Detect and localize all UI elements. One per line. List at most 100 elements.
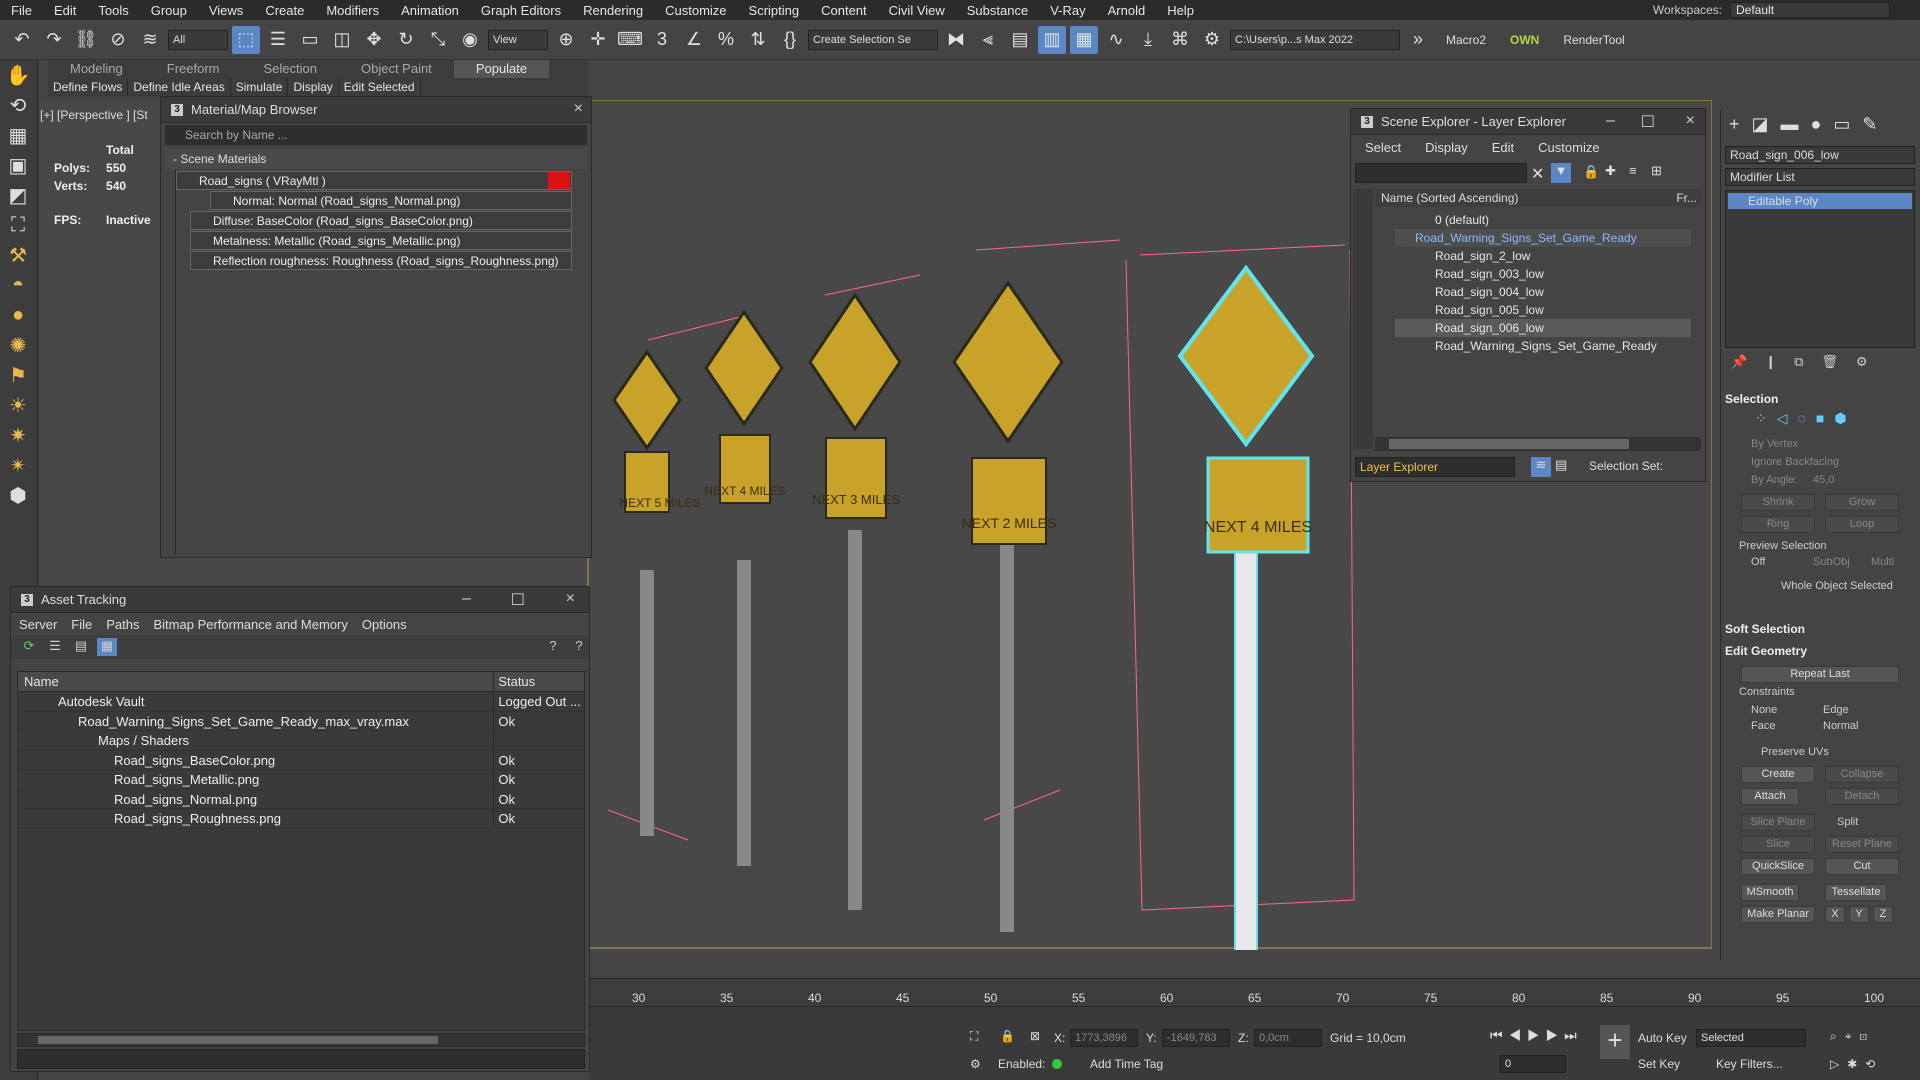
- current-frame-field[interactable]: 0: [1500, 1055, 1566, 1073]
- maximize-viewport-icon[interactable]: ⊡: [1860, 1029, 1876, 1043]
- create-tab-icon[interactable]: +: [1729, 114, 1740, 135]
- scene-explorer-titlebar[interactable]: 3 Scene Explorer - Layer Explorer – ☐ ×: [1351, 109, 1705, 135]
- ball-icon[interactable]: ●: [0, 300, 36, 330]
- help-icon[interactable]: ?: [543, 638, 563, 656]
- keyboard-shortcut-icon[interactable]: ⌨: [616, 26, 644, 54]
- msmooth-button[interactable]: MSmooth: [1741, 884, 1799, 901]
- maximize-icon[interactable]: ☐: [511, 590, 525, 610]
- planar-x-button[interactable]: X: [1825, 906, 1845, 923]
- table-row[interactable]: Road_signs_Metallic.png Ok: [18, 770, 584, 790]
- modifier-list-dropdown[interactable]: Modifier List: [1725, 168, 1915, 186]
- polygon-icon[interactable]: ■: [1816, 410, 1824, 427]
- curve-editor-icon[interactable]: ∿: [1102, 26, 1130, 54]
- tessellate-button[interactable]: Tessellate: [1825, 884, 1887, 901]
- menu-bitmap-performance[interactable]: Bitmap Performance and Memory: [154, 617, 348, 632]
- object-road-sign-005-low[interactable]: Road_sign_005_low: [1395, 301, 1544, 319]
- layer-road-warning-signs[interactable]: Road_Warning_Signs_Set_Game_Ready: [1395, 229, 1691, 247]
- scene-materials-header[interactable]: - Scene Materials: [165, 149, 587, 169]
- zoom-all-icon[interactable]: ⌖: [1845, 1029, 1860, 1043]
- material-browser-titlebar[interactable]: 3 Material/Map Browser ×: [161, 97, 591, 123]
- column-name[interactable]: Name: [18, 672, 495, 691]
- hammer-icon[interactable]: ⚒: [0, 240, 36, 270]
- display-tab-icon[interactable]: ▭: [1833, 114, 1850, 135]
- planar-y-button[interactable]: Y: [1849, 906, 1869, 923]
- menu-file[interactable]: File: [71, 617, 92, 632]
- by-vertex-checkbox[interactable]: By Vertex: [1751, 438, 1798, 450]
- placement-icon[interactable]: ◉: [456, 26, 484, 54]
- make-planar-button[interactable]: Make Planar: [1741, 906, 1815, 923]
- menu-tools[interactable]: Tools: [87, 3, 139, 18]
- layers-icon[interactable]: ≡: [1629, 163, 1637, 178]
- move-icon[interactable]: ✥: [360, 26, 388, 54]
- viewport-label[interactable]: [+] [Perspective ] [St: [40, 108, 148, 122]
- constraint-edge-radio[interactable]: Edge: [1823, 704, 1849, 716]
- shrink-button[interactable]: Shrink: [1741, 494, 1815, 511]
- tab-populate[interactable]: Populate: [453, 60, 550, 78]
- explorer-type-dropdown[interactable]: Layer Explorer: [1355, 457, 1515, 477]
- schematic-view-icon[interactable]: ⤓: [1134, 26, 1162, 54]
- constraint-none-radio[interactable]: None: [1751, 704, 1777, 716]
- make-unique-icon[interactable]: ⧉: [1794, 354, 1803, 374]
- table-row[interactable]: Maps / Shaders: [18, 731, 584, 751]
- hierarchy-tab-icon[interactable]: ▬: [1781, 114, 1799, 135]
- zoom-icon[interactable]: ⌕: [1830, 1029, 1845, 1043]
- select-manipulate-icon[interactable]: ✛: [584, 26, 612, 54]
- key-filters-button[interactable]: Key Filters...: [1716, 1057, 1783, 1071]
- menu-select[interactable]: Select: [1365, 140, 1401, 155]
- rendertool-label[interactable]: RenderTool: [1553, 33, 1634, 47]
- reset-plane-button[interactable]: Reset Plane: [1825, 836, 1899, 853]
- cut-button[interactable]: Cut: [1825, 858, 1899, 875]
- rect-selection-icon[interactable]: ▭: [296, 26, 324, 54]
- object-road-sign-006-low[interactable]: Road_sign_006_low: [1395, 319, 1691, 337]
- table-row[interactable]: Road_Warning_Signs_Set_Game_Ready_max_vr…: [18, 711, 584, 731]
- display-button[interactable]: Display: [288, 78, 339, 96]
- menu-options[interactable]: Options: [362, 617, 407, 632]
- hand-icon[interactable]: ✋: [0, 60, 36, 90]
- tab-object-paint[interactable]: Object Paint: [339, 60, 454, 78]
- repeat-last-button[interactable]: Repeat Last: [1741, 666, 1899, 683]
- snaps-toggle-icon[interactable]: 3: [648, 26, 676, 54]
- edge-icon[interactable]: ◁: [1777, 410, 1788, 427]
- preview-off-radio[interactable]: Off: [1751, 556, 1765, 568]
- hierarchy-icon[interactable]: ⊞: [1651, 163, 1662, 179]
- show-end-result-icon[interactable]: ❙: [1765, 354, 1776, 374]
- filter-icon[interactable]: ▼: [1551, 163, 1571, 183]
- configure-sets-icon[interactable]: ⚙: [1856, 354, 1868, 374]
- edit-geometry-rollout[interactable]: Edit Geometry: [1725, 644, 1917, 658]
- menu-edit[interactable]: Edit: [1492, 140, 1514, 155]
- walk-icon[interactable]: ✱: [1847, 1057, 1865, 1071]
- material-diffuse-map[interactable]: Diffuse: BaseColor (Road_signs_BaseColor…: [190, 211, 572, 230]
- close-icon[interactable]: ×: [566, 590, 575, 608]
- gear-icon[interactable]: ✺: [0, 330, 36, 360]
- menu-create[interactable]: Create: [254, 3, 315, 18]
- link-icon[interactable]: ⛓: [72, 26, 100, 54]
- constraint-normal-radio[interactable]: Normal: [1823, 720, 1858, 732]
- vertex-icon[interactable]: ⁘: [1755, 410, 1767, 427]
- edit-selected-button[interactable]: Edit Selected: [339, 78, 421, 96]
- table-row[interactable]: Road_signs_BaseColor.png Ok: [18, 750, 584, 770]
- menu-paths[interactable]: Paths: [106, 617, 139, 632]
- selection-filter-dropdown[interactable]: All: [168, 29, 228, 50]
- isolate-icon[interactable]: ⛶: [970, 1029, 978, 1044]
- constraint-face-radio[interactable]: Face: [1751, 720, 1775, 732]
- define-flows-button[interactable]: Define Flows: [48, 78, 129, 96]
- orbit-icon[interactable]: ⟲: [1865, 1057, 1883, 1071]
- light-icon[interactable]: ✷: [0, 420, 36, 450]
- list-view-icon[interactable]: ☰: [45, 638, 65, 656]
- asset-tracking-titlebar[interactable]: 3 Asset Tracking – ☐ ×: [11, 587, 589, 613]
- menu-views[interactable]: Views: [198, 3, 254, 18]
- layer-default[interactable]: 0 (default): [1395, 211, 1489, 229]
- named-selection-dropdown[interactable]: Create Selection Se: [808, 29, 938, 50]
- scrollbar-thumb[interactable]: [38, 1036, 438, 1044]
- minimize-icon[interactable]: –: [462, 590, 471, 608]
- tab-modeling[interactable]: Modeling: [48, 60, 145, 78]
- horizontal-scrollbar[interactable]: [17, 1033, 585, 1047]
- quickslice-button[interactable]: QuickSlice: [1741, 858, 1815, 875]
- by-angle-checkbox[interactable]: By Angle:: [1751, 474, 1797, 486]
- modifier-editable-poly[interactable]: Editable Poly: [1728, 193, 1912, 209]
- timeline-ruler[interactable]: 30 35 40 45 50 55 60 65 70 75 80 85 90 9…: [590, 978, 1920, 1006]
- shape-icon[interactable]: ☀: [0, 390, 36, 420]
- table-row[interactable]: Autodesk Vault Logged Out ...: [18, 692, 584, 712]
- scale-icon[interactable]: ⤡: [424, 26, 452, 54]
- split-checkbox[interactable]: Split: [1837, 816, 1858, 828]
